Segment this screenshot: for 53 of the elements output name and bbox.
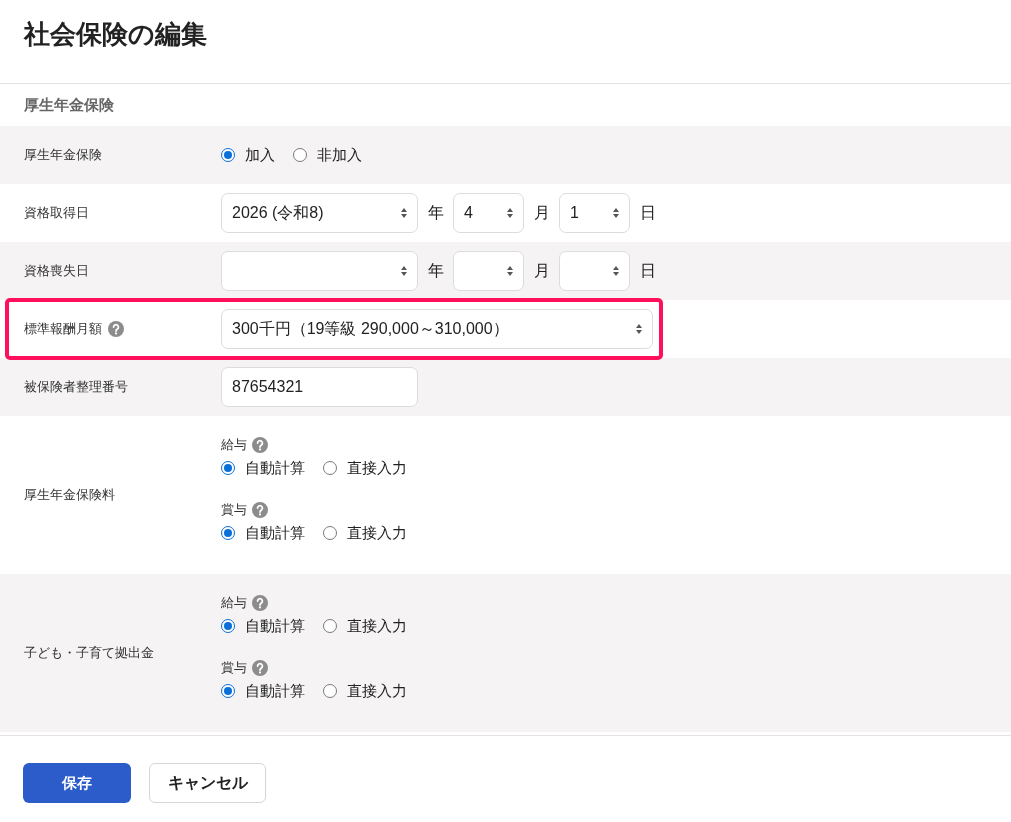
unit-label: 月 bbox=[534, 261, 550, 281]
group-label: 賞与 bbox=[221, 659, 247, 677]
radio-button[interactable] bbox=[293, 148, 307, 162]
unit-label: 年 bbox=[428, 203, 444, 223]
unit-label: 年 bbox=[428, 261, 444, 281]
day-select[interactable]: 1 bbox=[559, 193, 630, 233]
radio-button[interactable] bbox=[221, 148, 235, 162]
option-label[interactable]: 自動計算 bbox=[245, 615, 305, 637]
radio-button[interactable] bbox=[323, 684, 337, 698]
updown-caret-icon bbox=[613, 266, 619, 276]
group-label: 給与 bbox=[221, 594, 247, 612]
updown-caret-icon bbox=[636, 324, 642, 334]
radio-button[interactable] bbox=[323, 526, 337, 540]
option-label[interactable]: 直接入力 bbox=[347, 522, 407, 544]
radio-button[interactable] bbox=[323, 619, 337, 633]
radio-button[interactable] bbox=[221, 461, 235, 475]
unit-label: 月 bbox=[534, 203, 550, 223]
option-label[interactable]: 直接入力 bbox=[347, 680, 407, 702]
option-label[interactable]: 直接入力 bbox=[347, 615, 407, 637]
option-label[interactable]: 加入 bbox=[245, 144, 275, 166]
section-title: 厚生年金保険 bbox=[24, 96, 114, 113]
month-select[interactable]: 4 bbox=[453, 193, 524, 233]
option-label[interactable]: 自動計算 bbox=[245, 522, 305, 544]
option-label[interactable]: 非加入 bbox=[317, 144, 362, 166]
radio-button[interactable] bbox=[221, 619, 235, 633]
cancel-button[interactable]: キャンセル bbox=[149, 763, 266, 803]
field-label: 厚生年金保険 bbox=[24, 146, 102, 164]
unit-label: 日 bbox=[640, 203, 656, 223]
option-label[interactable]: 自動計算 bbox=[245, 457, 305, 479]
group-label: 賞与 bbox=[221, 501, 247, 519]
radio-button[interactable] bbox=[221, 526, 235, 540]
save-button[interactable]: 保存 bbox=[23, 763, 131, 803]
updown-caret-icon bbox=[507, 266, 513, 276]
field-label: 厚生年金保険料 bbox=[24, 486, 115, 504]
updown-caret-icon bbox=[507, 208, 513, 218]
radio-button[interactable] bbox=[221, 684, 235, 698]
updown-caret-icon bbox=[401, 266, 407, 276]
updown-caret-icon bbox=[401, 208, 407, 218]
updown-caret-icon bbox=[613, 208, 619, 218]
number-input[interactable]: 87654321 bbox=[221, 367, 418, 407]
field-label: 資格喪失日 bbox=[24, 262, 89, 280]
option-label[interactable]: 自動計算 bbox=[245, 680, 305, 702]
field-label: 被保険者整理番号 bbox=[24, 378, 128, 396]
year-select[interactable]: 2026 (令和8) bbox=[221, 193, 418, 233]
dialog-title: 社会保険の編集 bbox=[24, 18, 207, 51]
field-label: 子ども・子育て拠出金 bbox=[24, 644, 154, 662]
option-label[interactable]: 直接入力 bbox=[347, 457, 407, 479]
unit-label: 日 bbox=[640, 261, 656, 281]
group-label: 給与 bbox=[221, 436, 247, 454]
field-label: 標準報酬月額 bbox=[24, 320, 102, 338]
field-label: 資格取得日 bbox=[24, 204, 89, 222]
amount-select[interactable]: 300千円（19等級 290,000～310,000） bbox=[221, 309, 653, 349]
radio-button[interactable] bbox=[323, 461, 337, 475]
